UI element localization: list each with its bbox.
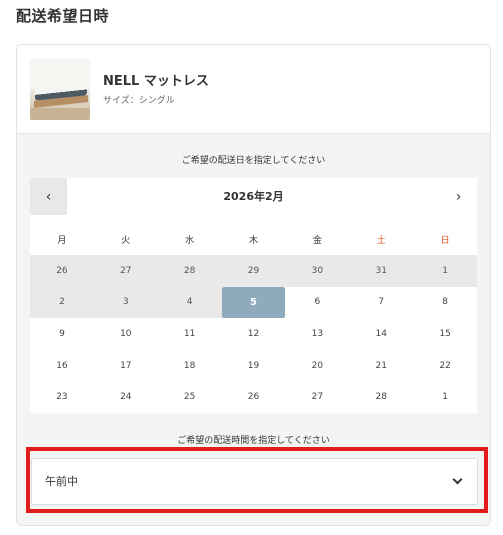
calendar-day[interactable]: 25 xyxy=(158,381,222,413)
calendar-week: 26 27 28 29 30 31 1 xyxy=(30,255,478,287)
calendar-day[interactable]: 9 xyxy=(30,318,94,350)
calendar-day: 28 xyxy=(157,255,222,287)
calendar-day[interactable]: 24 xyxy=(94,381,158,413)
calendar-day: 1 xyxy=(413,255,478,287)
chevron-left-icon: ‹ xyxy=(45,188,52,205)
calendar-week: 16 17 18 19 20 21 22 xyxy=(30,350,477,382)
section-title: 配送希望日時 xyxy=(16,7,110,25)
calendar-day[interactable]: 10 xyxy=(94,318,158,350)
prev-month-button[interactable]: ‹ xyxy=(30,178,67,215)
product-size: サイズ：シングル xyxy=(103,96,175,106)
calendar-day: 26 xyxy=(30,255,94,287)
calendar-header: ‹ 2026年2月 › xyxy=(30,178,477,215)
chevron-down-icon xyxy=(452,474,463,485)
weekday-mon: 月 xyxy=(57,236,67,246)
calendar-day: 2 xyxy=(30,286,94,319)
calendar-day-selected[interactable]: 5 xyxy=(221,286,286,319)
delivery-time-select[interactable]: 午前中 xyxy=(31,458,478,505)
calendar-week: 9 10 11 12 13 14 15 xyxy=(30,318,477,350)
calendar: ‹ 2026年2月 › 月 火 水 木 金 土 日 26 27 28 29 30 31 1 2… xyxy=(30,178,478,413)
calendar-day[interactable]: 22 xyxy=(413,350,477,382)
weekday-thu: 木 xyxy=(249,236,259,246)
calendar-day: 27 xyxy=(93,255,158,287)
calendar-day: 4 xyxy=(157,286,222,319)
delivery-date-prompt: ご希望の配送日を指定してください xyxy=(181,156,326,166)
product-name: NELL マットレス xyxy=(103,74,209,89)
weekday-header: 月 火 水 木 金 土 日 xyxy=(30,228,477,255)
calendar-day[interactable]: 19 xyxy=(222,350,286,382)
calendar-day[interactable]: 18 xyxy=(158,350,222,382)
calendar-day[interactable]: 1 xyxy=(413,381,477,413)
calendar-day[interactable]: 12 xyxy=(222,318,286,350)
calendar-grid: 26 27 28 29 30 31 1 2 3 4 5 6 7 8 9 10 11 12 13 14 15 16 17 18 1… xyxy=(30,255,478,413)
calendar-day: 29 xyxy=(221,255,286,287)
chevron-right-icon: › xyxy=(455,188,462,205)
calendar-day[interactable]: 16 xyxy=(30,350,94,382)
calendar-day[interactable]: 23 xyxy=(30,381,94,413)
product-image xyxy=(30,59,90,120)
calendar-day[interactable]: 26 xyxy=(222,381,286,413)
calendar-day[interactable]: 6 xyxy=(285,287,349,319)
calendar-day[interactable]: 21 xyxy=(349,350,413,382)
weekday-sun: 日 xyxy=(440,236,450,246)
calendar-day: 30 xyxy=(285,255,350,287)
weekday-sat: 土 xyxy=(376,236,386,246)
delivery-time-prompt: ご希望の配送時間を指定してください xyxy=(177,436,330,446)
calendar-day[interactable]: 28 xyxy=(349,381,413,413)
weekday-fri: 金 xyxy=(312,236,322,246)
calendar-day[interactable]: 13 xyxy=(285,318,349,350)
calendar-day[interactable]: 11 xyxy=(158,318,222,350)
next-month-button[interactable]: › xyxy=(440,178,477,215)
calendar-day: 3 xyxy=(93,286,158,319)
calendar-day[interactable]: 15 xyxy=(413,318,477,350)
delivery-time-value: 午前中 xyxy=(45,475,78,488)
calendar-day: 31 xyxy=(349,255,414,287)
calendar-day[interactable]: 17 xyxy=(94,350,158,382)
calendar-week: 2345678 xyxy=(30,286,477,319)
calendar-day[interactable]: 8 xyxy=(413,287,477,319)
calendar-week: 23 24 25 26 27 28 1 xyxy=(30,381,477,413)
calendar-day[interactable]: 20 xyxy=(285,350,349,382)
delivery-card: NELL マットレス サイズ：シングル ご希望の配送日を指定してください ‹ 2… xyxy=(16,44,491,526)
weekday-wed: 水 xyxy=(185,236,195,246)
product-summary: NELL マットレス サイズ：シングル xyxy=(17,45,490,134)
calendar-day[interactable]: 7 xyxy=(349,287,413,319)
calendar-day[interactable]: 27 xyxy=(285,381,349,413)
calendar-day[interactable]: 14 xyxy=(349,318,413,350)
weekday-tue: 火 xyxy=(121,236,131,246)
month-label: 2026年2月 xyxy=(223,190,284,203)
